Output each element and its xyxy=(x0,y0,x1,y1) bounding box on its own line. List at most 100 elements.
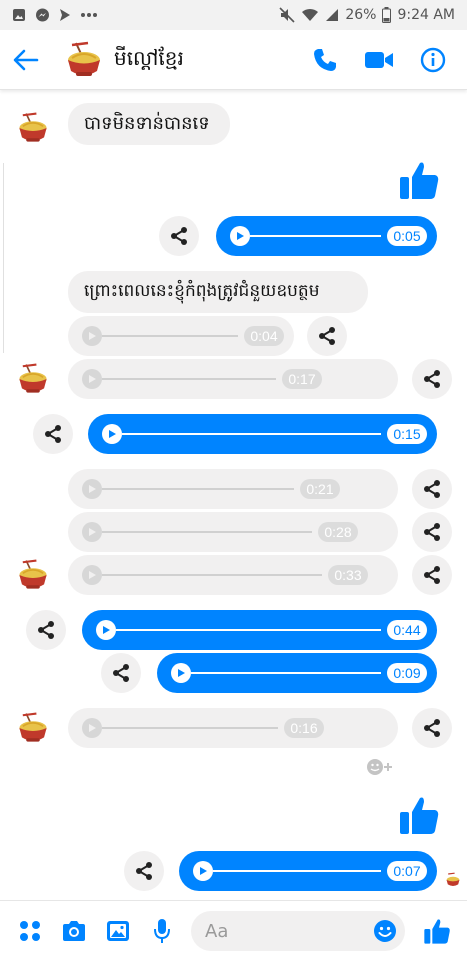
share-button[interactable] xyxy=(307,316,347,356)
add-reaction-icon xyxy=(367,759,392,775)
battery-percent: 26% xyxy=(345,7,377,23)
play-button[interactable] xyxy=(171,663,191,683)
incoming-audio-message[interactable]: 0:04 xyxy=(68,316,294,356)
audio-track[interactable] xyxy=(191,672,381,674)
incoming-audio-message[interactable]: 0:21 xyxy=(68,469,398,509)
gallery-button[interactable] xyxy=(96,909,140,953)
scroll-indicator xyxy=(0,163,4,353)
share-button[interactable] xyxy=(412,708,452,748)
play-icon xyxy=(109,430,116,438)
share-button[interactable] xyxy=(124,851,164,891)
sender-avatar[interactable] xyxy=(16,711,50,745)
message-input[interactable]: Aa xyxy=(191,911,405,951)
audio-track[interactable] xyxy=(102,378,276,380)
incoming-audio-message[interactable]: 0:28 xyxy=(68,512,398,552)
share-icon xyxy=(113,664,129,682)
message-input-placeholder: Aa xyxy=(205,920,229,942)
play-icon xyxy=(89,528,96,536)
send-like-button[interactable] xyxy=(415,909,459,953)
back-button[interactable] xyxy=(0,30,52,90)
share-button[interactable] xyxy=(412,469,452,509)
audio-duration: 0:28 xyxy=(318,522,358,542)
more-notifications-icon xyxy=(80,12,98,18)
share-button[interactable] xyxy=(33,414,73,454)
apps-button[interactable] xyxy=(8,909,52,953)
play-button[interactable] xyxy=(102,424,122,444)
conversation-header: មីល្ដៅខ្មែរ xyxy=(0,30,467,90)
outgoing-audio-message[interactable]: 0:15 xyxy=(88,414,437,454)
messenger-notification-icon xyxy=(35,8,50,23)
audio-track[interactable] xyxy=(102,727,278,729)
share-button[interactable] xyxy=(412,359,452,399)
audio-duration: 0:33 xyxy=(328,565,368,585)
incoming-text-message[interactable]: បាទមិនទាន់បានទេ xyxy=(68,103,230,145)
gallery-icon xyxy=(107,920,129,941)
send-notification-icon xyxy=(59,8,71,22)
video-camera-icon xyxy=(365,51,393,68)
share-button[interactable] xyxy=(159,216,199,256)
voice-record-button[interactable] xyxy=(140,909,184,953)
play-button[interactable] xyxy=(82,565,102,585)
audio-track[interactable] xyxy=(102,531,312,533)
audio-duration: 0:04 xyxy=(244,326,284,346)
outgoing-audio-message[interactable]: 0:44 xyxy=(82,610,437,650)
audio-track[interactable] xyxy=(213,870,381,872)
thumbs-up-icon[interactable] xyxy=(398,794,440,836)
outgoing-audio-message[interactable]: 0:07 xyxy=(179,851,437,891)
conversation-title[interactable]: មីល្ដៅខ្មែរ xyxy=(114,45,184,75)
voice-call-button[interactable] xyxy=(305,40,345,80)
audio-track[interactable] xyxy=(102,488,294,490)
play-button[interactable] xyxy=(230,226,250,246)
share-button[interactable] xyxy=(26,610,66,650)
audio-duration: 0:16 xyxy=(284,718,324,738)
audio-duration: 0:07 xyxy=(387,861,427,881)
audio-duration: 0:44 xyxy=(387,620,427,640)
thumbs-up-icon xyxy=(424,919,450,944)
outgoing-audio-message[interactable]: 0:09 xyxy=(157,653,437,693)
share-button[interactable] xyxy=(101,653,141,693)
share-button[interactable] xyxy=(412,555,452,595)
play-button[interactable] xyxy=(82,522,102,542)
sender-avatar[interactable] xyxy=(16,111,50,145)
share-button[interactable] xyxy=(412,512,452,552)
message-list[interactable]: បាទមិនទាន់បានទេ 0:05 ព្រោះពេលនេះខ្ញុំកំព… xyxy=(0,91,467,900)
contact-avatar[interactable] xyxy=(64,40,104,80)
play-button[interactable] xyxy=(82,369,102,389)
audio-track[interactable] xyxy=(102,574,322,576)
thumbs-up-icon[interactable] xyxy=(398,159,440,201)
outgoing-audio-message[interactable]: 0:05 xyxy=(216,216,437,256)
audio-track[interactable] xyxy=(250,235,381,237)
back-arrow-icon xyxy=(13,49,39,70)
video-call-button[interactable] xyxy=(359,40,399,80)
info-button[interactable] xyxy=(413,40,453,80)
audio-duration: 0:09 xyxy=(387,663,427,683)
incoming-text-message[interactable]: ព្រោះពេលនេះខ្ញុំកំពុងត្រូវជំនួយឧបត្ថម xyxy=(68,271,368,313)
sender-avatar[interactable] xyxy=(16,558,50,592)
wifi-icon xyxy=(301,8,319,22)
play-button[interactable] xyxy=(82,479,102,499)
sender-avatar[interactable] xyxy=(16,362,50,396)
play-button[interactable] xyxy=(82,718,102,738)
audio-duration: 0:05 xyxy=(387,226,427,246)
audio-duration: 0:17 xyxy=(282,369,322,389)
incoming-audio-message[interactable]: 0:17 xyxy=(68,359,398,399)
share-icon xyxy=(424,523,440,541)
play-button[interactable] xyxy=(96,620,116,640)
play-button[interactable] xyxy=(82,326,102,346)
audio-track[interactable] xyxy=(116,629,381,631)
play-icon xyxy=(89,332,96,340)
mute-icon xyxy=(279,7,295,23)
incoming-audio-message[interactable]: 0:33 xyxy=(68,555,398,595)
emoji-icon[interactable] xyxy=(373,919,397,943)
play-icon xyxy=(89,724,96,732)
add-reaction-button[interactable] xyxy=(366,758,396,776)
read-receipt-avatar xyxy=(446,872,460,886)
play-button[interactable] xyxy=(193,861,213,881)
incoming-audio-message[interactable]: 0:16 xyxy=(68,708,398,748)
camera-button[interactable] xyxy=(52,909,96,953)
play-icon xyxy=(103,626,110,634)
audio-track[interactable] xyxy=(122,433,381,435)
play-icon xyxy=(89,375,96,383)
audio-track[interactable] xyxy=(102,335,238,337)
play-icon xyxy=(89,485,96,493)
